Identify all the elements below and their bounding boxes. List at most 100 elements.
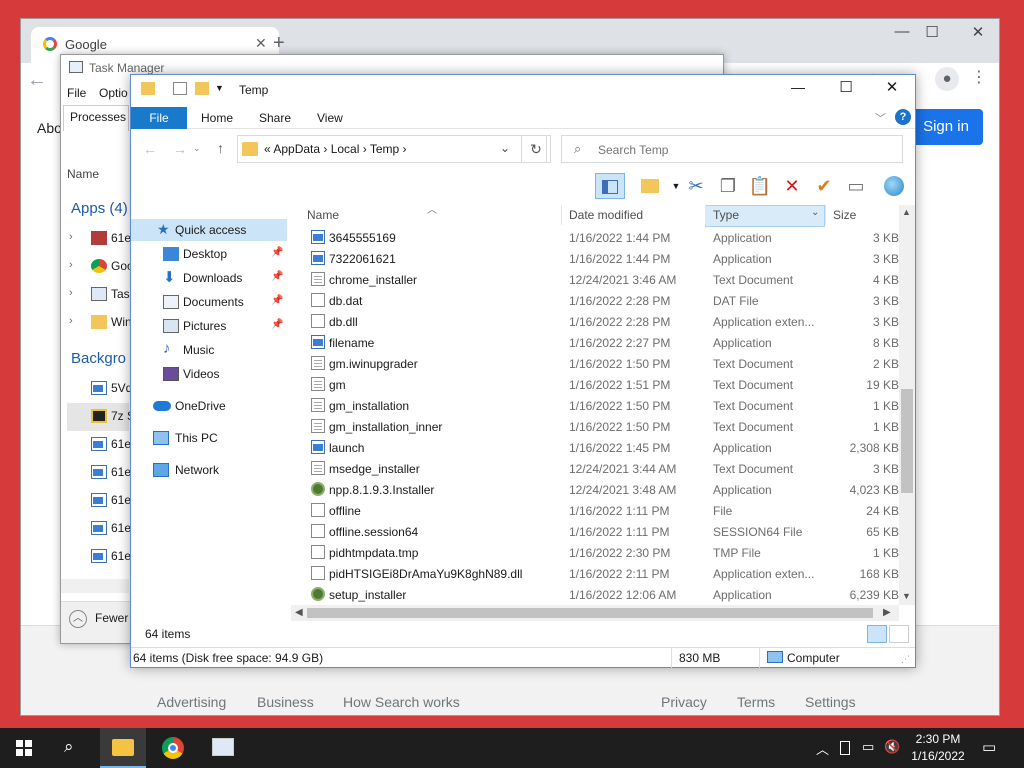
battery-icon[interactable] — [840, 741, 850, 755]
network-icon[interactable]: ▭ — [862, 739, 874, 755]
file-row[interactable]: 3645555169 1/16/2022 1:44 PM Application 3 … — [299, 227, 899, 248]
footer-link-terms[interactable]: Terms — [737, 694, 775, 710]
rename-check-icon[interactable]: ✔ — [809, 173, 839, 199]
file-row[interactable]: npp.8.1.9.3.Installer 12/24/2021 3:48 AM A… — [299, 479, 899, 500]
chevron-up-icon[interactable]: ︿ — [69, 610, 87, 628]
globe-icon[interactable] — [879, 173, 909, 199]
google-about-link[interactable]: Abo — [37, 120, 62, 136]
file-row[interactable]: gm 1/16/2022 1:51 PM Text Document 19 KB — [299, 374, 899, 395]
vertical-scroll-thumb[interactable] — [901, 389, 913, 493]
volume-muted-icon[interactable]: 🔇 — [884, 739, 900, 755]
file-row[interactable]: gm.iwinupgrader 1/16/2022 1:50 PM Text Doc… — [299, 353, 899, 374]
tm-app-row[interactable]: › Goo — [67, 253, 134, 281]
scroll-left-icon[interactable]: ◀ — [295, 607, 303, 618]
file-row[interactable]: 7322061621 1/16/2022 1:44 PM Application 3 … — [299, 248, 899, 269]
address-bar[interactable]: « AppData › Local › Temp › ⌄ — [237, 135, 547, 163]
breadcrumb[interactable]: « AppData › Local › Temp › — [264, 142, 407, 156]
nav-item-music[interactable]: ♪ Music — [131, 339, 287, 361]
profile-avatar-icon[interactable]: ● — [935, 67, 959, 91]
file-row[interactable]: gm_installation_inner 1/16/2022 1:50 PM Te… — [299, 416, 899, 437]
tm-bg-row[interactable]: 61e — [67, 543, 131, 571]
tm-column-name[interactable]: Name — [67, 167, 99, 181]
nav-item-videos[interactable]: Videos — [131, 363, 287, 385]
properties-icon[interactable] — [173, 82, 187, 95]
show-hidden-icons-icon[interactable]: ︿ — [816, 739, 829, 758]
chrome-maximize-button[interactable]: ☐ — [917, 23, 947, 41]
nav-item-desktop[interactable]: Desktop 📌 — [131, 243, 287, 265]
nav-item-documents[interactable]: Documents 📌 — [131, 291, 287, 313]
file-row[interactable]: msedge_installer 12/24/2021 3:44 AM Text D… — [299, 458, 899, 479]
explorer-maximize-button[interactable]: ☐ — [831, 78, 861, 96]
chrome-minimize-button[interactable]: — — [887, 23, 917, 40]
vertical-scrollbar[interactable]: ▲ ▼ — [899, 205, 915, 605]
tab-file[interactable]: File — [131, 107, 187, 129]
file-row[interactable]: offline 1/16/2022 1:11 PM File 24 KB — [299, 500, 899, 521]
scroll-right-icon[interactable]: ▶ — [883, 607, 891, 618]
recent-locations-icon[interactable]: ⌄ — [193, 143, 201, 154]
file-row[interactable]: db.dat 1/16/2022 2:28 PM DAT File 3 KB — [299, 290, 899, 311]
footer-link-privacy[interactable]: Privacy — [661, 694, 707, 710]
tm-menu-options[interactable]: Optio — [99, 86, 128, 100]
large-icons-view-icon[interactable] — [889, 625, 909, 643]
nav-item-network[interactable]: Network — [131, 459, 287, 481]
file-row[interactable]: offline.session64 1/16/2022 1:11 PM SESSIO… — [299, 521, 899, 542]
taskbar-chrome[interactable] — [150, 728, 196, 768]
footer-link-how-search-works[interactable]: How Search works — [343, 694, 460, 710]
tm-menu-file[interactable]: File — [67, 86, 86, 100]
nav-item-onedrive[interactable]: OneDrive — [131, 395, 287, 417]
search-box[interactable]: ⌕ — [561, 135, 903, 163]
tm-bg-row[interactable]: 7z S — [67, 403, 135, 431]
paste-icon[interactable]: 📋 — [745, 173, 775, 199]
footer-link-advertising[interactable]: Advertising — [157, 694, 226, 710]
scroll-up-icon[interactable]: ▲ — [902, 207, 911, 217]
tm-app-row[interactable]: › Win — [67, 309, 132, 337]
pin-icon[interactable]: 📌 — [271, 247, 283, 258]
chrome-menu-icon[interactable]: ⋮ — [971, 67, 987, 87]
notification-icon[interactable]: ▭ — [982, 738, 996, 756]
tab-processes[interactable]: Processes — [63, 105, 129, 131]
taskbar-task-manager[interactable] — [200, 728, 246, 768]
file-row[interactable]: chrome_installer 12/24/2021 3:46 AM Text D… — [299, 269, 899, 290]
column-header-date[interactable]: Date modified — [569, 208, 643, 222]
tm-app-row[interactable]: › 61e — [67, 225, 131, 253]
horizontal-scrollbar[interactable]: ◀ ▶ — [291, 605, 899, 621]
file-row[interactable]: pidhtmpdata.tmp 1/16/2022 2:30 PM TMP File… — [299, 542, 899, 563]
tab-share[interactable]: Share — [259, 111, 291, 125]
details-view-icon[interactable] — [867, 625, 887, 643]
nav-item-pictures[interactable]: Pictures 📌 — [131, 315, 287, 337]
chevron-right-icon[interactable]: › — [69, 259, 73, 271]
new-tab-button[interactable]: + — [273, 32, 285, 55]
tm-bg-row[interactable]: 61e — [67, 515, 131, 543]
resize-grip-icon[interactable]: ⋰ — [901, 654, 910, 665]
nav-item-this-pc[interactable]: This PC — [131, 427, 287, 449]
column-header-size[interactable]: Size — [833, 208, 856, 222]
chevron-right-icon[interactable]: › — [69, 315, 73, 327]
column-header-name[interactable]: Name — [307, 208, 339, 222]
new-folder-icon[interactable] — [195, 82, 209, 95]
pin-icon[interactable]: 📌 — [271, 271, 283, 282]
back-arrow-icon[interactable]: ← — [27, 69, 47, 92]
fewer-details-link[interactable]: Fewer — [95, 611, 128, 625]
chevron-down-icon[interactable]: ▼ — [215, 83, 224, 93]
file-row[interactable]: pidHTSIGEi8DrAmaYu9K8ghN89.dll 1/16/2022 … — [299, 563, 899, 584]
nav-item-quick-access[interactable]: ★ Quick access — [131, 219, 287, 241]
tm-app-row[interactable]: › Task — [67, 281, 135, 309]
nav-item-downloads[interactable]: ⬇ Downloads 📌 — [131, 267, 287, 289]
pin-icon[interactable]: 📌 — [271, 295, 283, 306]
column-divider[interactable] — [561, 205, 562, 225]
expand-ribbon-icon[interactable]: ﹀ — [875, 110, 886, 126]
help-icon[interactable]: ? — [895, 109, 911, 125]
search-input[interactable] — [598, 141, 888, 159]
windows-start-icon[interactable] — [16, 740, 32, 756]
search-icon[interactable]: ⌕ — [64, 737, 74, 757]
horizontal-scroll-thumb[interactable] — [307, 608, 873, 618]
footer-link-settings[interactable]: Settings — [805, 694, 856, 710]
explorer-close-button[interactable]: ✕ — [877, 78, 907, 96]
clock-time[interactable]: 2:30 PM — [906, 732, 970, 746]
up-arrow-icon[interactable]: ↑ — [217, 140, 224, 156]
chevron-right-icon[interactable]: › — [69, 231, 73, 243]
file-row[interactable]: launch 1/16/2022 1:45 PM Application 2,308 … — [299, 437, 899, 458]
tm-bg-row[interactable]: 61e — [67, 487, 131, 515]
chevron-down-icon[interactable]: ⌄ — [500, 141, 510, 155]
tm-bg-row[interactable]: 61e — [67, 431, 131, 459]
